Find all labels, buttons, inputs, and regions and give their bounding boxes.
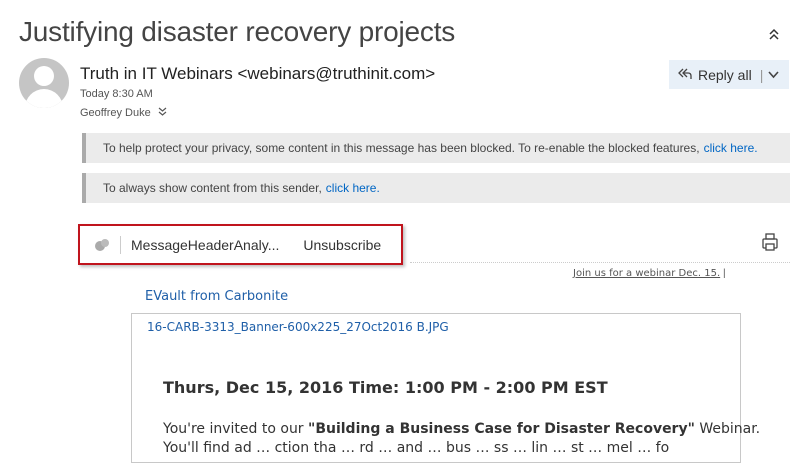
email-date: Today 8:30 AM (80, 88, 153, 100)
sender-name[interactable]: Truth in IT Webinars <webinars@truthinit… (80, 64, 435, 84)
event-heading: Thurs, Dec 15, 2016 Time: 1:00 PM - 2:00… (163, 378, 608, 397)
double-chevron-down-icon[interactable] (158, 107, 167, 119)
privacy-banner-text: To help protect your privacy, some conte… (103, 141, 700, 155)
brand-link[interactable]: EVault from Carbonite (145, 289, 288, 304)
sender-banner: To always show content from this sender,… (82, 173, 790, 203)
reply-all-icon[interactable] (678, 67, 692, 83)
print-icon[interactable] (762, 233, 778, 251)
chevron-down-icon[interactable] (768, 68, 779, 82)
join-separator: | (723, 268, 726, 279)
invite-suffix: Webinar. (694, 421, 761, 437)
invite-text: You're invited to our "Building a Busine… (163, 421, 760, 437)
message-header-analyzer-button[interactable]: MessageHeaderAnaly... (131, 237, 279, 253)
puzzle-icon[interactable] (94, 238, 110, 252)
avatar (19, 58, 69, 108)
reply-all-group: Reply all | (669, 60, 789, 89)
invite-title: "Building a Business Case for Disaster R… (308, 421, 695, 437)
reply-all-button[interactable]: Reply all (698, 67, 752, 83)
sender-click-here-link[interactable]: click here. (326, 181, 380, 195)
privacy-banner: To help protect your privacy, some conte… (82, 133, 790, 163)
sender-banner-text: To always show content from this sender, (103, 181, 322, 195)
join-webinar-link[interactable]: Join us for a webinar Dec. 15. (573, 268, 720, 279)
toolbar-separator: | (759, 66, 764, 83)
invite-line-2: You'll find ad … ction tha … rd … and … … (163, 440, 670, 456)
privacy-click-here-link[interactable]: click here. (704, 141, 758, 155)
invite-prefix: You're invited to our (163, 421, 309, 437)
collapse-icon[interactable] (768, 27, 780, 44)
addin-divider (120, 235, 121, 254)
recipient-name[interactable]: Geoffrey Duke (80, 107, 151, 119)
recipient[interactable]: Geoffrey Duke (80, 107, 167, 119)
addin-bar: MessageHeaderAnaly... Unsubscribe (78, 224, 403, 265)
email-subject: Justifying disaster recovery projects (19, 16, 456, 47)
unsubscribe-button[interactable]: Unsubscribe (303, 237, 381, 253)
divider-line (410, 262, 790, 263)
blocked-image-link[interactable]: 16-CARB-3313_Banner-600x225_27Oct2016 B.… (147, 320, 449, 334)
